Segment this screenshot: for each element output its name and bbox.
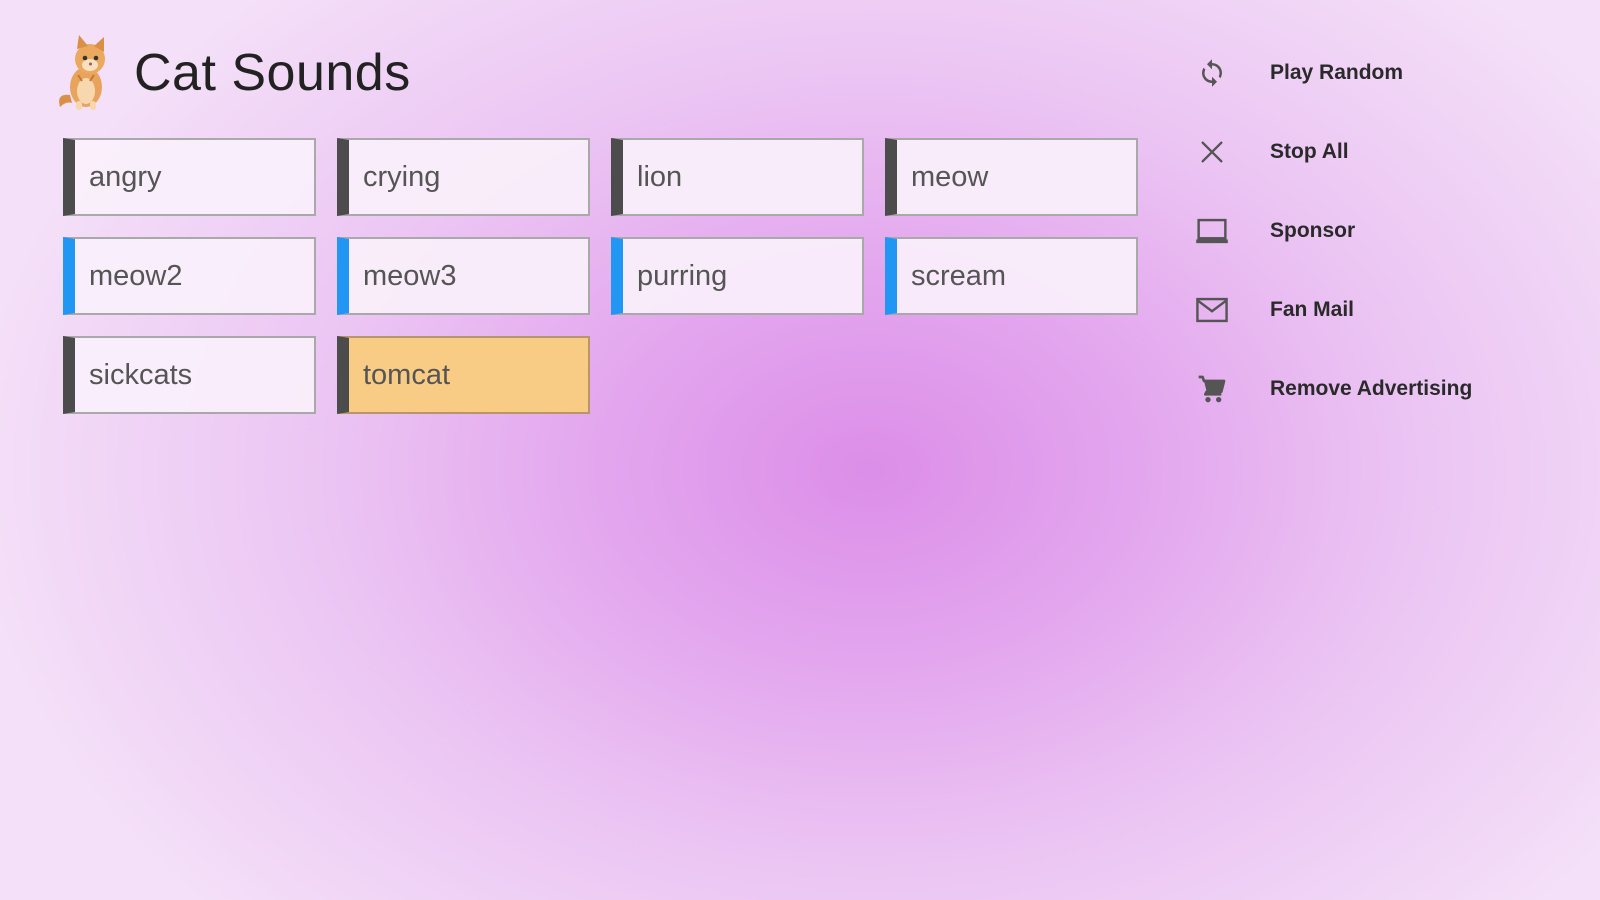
fan-mail-label: Fan Mail (1270, 297, 1355, 321)
sound-button-angry[interactable]: angry (63, 138, 316, 216)
remove-advertising-button[interactable]: Remove Advertising (1190, 349, 1550, 428)
close-icon (1190, 130, 1234, 174)
sound-button-tomcat[interactable]: tomcat (337, 336, 590, 414)
side-menu: Play Random Stop All Sponsor Fan Mail Re… (1190, 33, 1550, 428)
app-header: Cat Sounds (52, 28, 411, 118)
kitten-logo-icon (59, 35, 105, 110)
sponsor-button[interactable]: Sponsor (1190, 191, 1550, 270)
play-random-button[interactable]: Play Random (1190, 33, 1550, 112)
sponsor-label: Sponsor (1270, 218, 1356, 242)
laptop-icon (1190, 209, 1234, 253)
mail-icon (1190, 288, 1234, 332)
stop-all-button[interactable]: Stop All (1190, 112, 1550, 191)
sound-button-meow[interactable]: meow (885, 138, 1138, 216)
cart-icon (1190, 367, 1234, 411)
sound-button-grid: angry crying lion meow meow2 meow3 purri… (63, 138, 1139, 414)
sound-button-sickcats[interactable]: sickcats (63, 336, 316, 414)
play-random-label: Play Random (1270, 60, 1404, 84)
remove-advertising-label: Remove Advertising (1270, 376, 1473, 400)
stop-all-label: Stop All (1270, 139, 1349, 163)
sound-button-meow3[interactable]: meow3 (337, 237, 590, 315)
refresh-icon (1190, 51, 1234, 95)
sound-button-purring[interactable]: purring (611, 237, 864, 315)
sound-button-lion[interactable]: lion (611, 138, 864, 216)
sound-button-scream[interactable]: scream (885, 237, 1138, 315)
sound-button-meow2[interactable]: meow2 (63, 237, 316, 315)
fan-mail-button[interactable]: Fan Mail (1190, 270, 1550, 349)
page-title: Cat Sounds (134, 44, 411, 102)
sound-button-crying[interactable]: crying (337, 138, 590, 216)
